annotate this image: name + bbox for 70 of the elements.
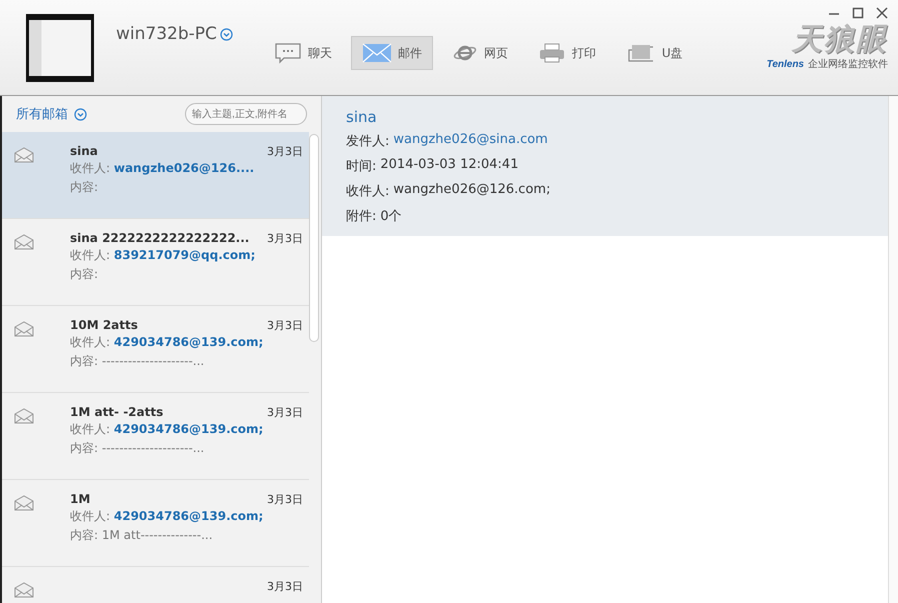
nav-tab[interactable]: 聊天 (262, 36, 343, 70)
mail-list-item[interactable]: sina 收件人: wangzhe026@126.... 内容: 3月3日 (2, 132, 309, 219)
recipient-label: 收件人: (70, 422, 110, 436)
mail-date: 3月3日 (267, 231, 303, 246)
recipient-address: 839217079@qq.com; (114, 248, 256, 262)
mail-subject: sina 2222222222222222... (70, 231, 250, 245)
printer-icon (538, 42, 566, 64)
mail-list-item[interactable]: 1M att- -2atts 收件人: 429034786@139.com; 内容: ---------------------... 3月3日 (2, 393, 309, 480)
field-value: 0个 (380, 208, 402, 226)
nav-tab[interactable]: 打印 (526, 36, 607, 70)
content-preview: ---------------------... (102, 441, 204, 455)
recipient-address: 429034786@139.com; (114, 422, 264, 436)
close-icon[interactable] (876, 7, 888, 19)
envelope-icon (14, 147, 34, 163)
nav-tab[interactable]: U盘 (614, 36, 694, 70)
content-label: 内容: (70, 267, 98, 281)
maximize-icon[interactable] (852, 7, 864, 19)
brand-name: Tenlens (766, 59, 804, 70)
envelope-icon (14, 234, 34, 250)
recipient-address: 429034786@139.com; (114, 509, 264, 523)
mail-list-item[interactable]: 10M 2atts 收件人: 429034786@139.com; 内容: ---------------------... 3月3日 (2, 306, 309, 393)
mail-subject: 10M 2atts (70, 318, 139, 332)
sender-link[interactable]: wangzhe026@sina.com (393, 132, 548, 157)
field-label: 发件人: (346, 133, 390, 151)
field-label: 收件人: (346, 183, 390, 201)
mailbox-filter[interactable]: 所有邮箱 (16, 105, 87, 123)
search-field[interactable]: 输入主题,正文,附件名 (185, 103, 307, 125)
recipient-label: 收件人: (70, 161, 110, 175)
logo-text: 天狼眼 (792, 23, 888, 57)
computer-name: win732b-PC (116, 24, 217, 44)
content-label: 内容: (70, 441, 98, 455)
dropdown-icon[interactable] (220, 28, 233, 40)
mail-list-item[interactable]: 3月3日 (2, 567, 309, 603)
content-label: 内容: (70, 528, 98, 542)
mail-date: 3月3日 (267, 405, 303, 420)
field-value: wangzhe026@126.com; (393, 182, 550, 199)
screen-thumbnail (26, 14, 94, 82)
recipient-label: 收件人: (70, 509, 110, 523)
nav-tab[interactable]: 网页 (440, 36, 519, 70)
mail-subject: sina (346, 108, 378, 126)
mail-subject: sina (70, 144, 99, 158)
recipient-label: 收件人: (70, 248, 110, 262)
tagline: 企业网络监控软件 (808, 58, 888, 71)
mail-date: 3月3日 (267, 492, 303, 507)
envelope-icon (362, 42, 392, 64)
recipient-address: wangzhe026@126.... (114, 161, 254, 175)
mail-date: 3月3日 (267, 144, 303, 159)
recipient-address: 429034786@139.com; (114, 335, 264, 349)
recipient-label: 收件人: (70, 335, 110, 349)
envelope-icon (14, 582, 34, 598)
content-preview: ---------------------... (102, 354, 204, 368)
envelope-icon (14, 408, 34, 424)
mail-subject: 1M (70, 492, 92, 506)
nav-tab[interactable]: 邮件 (350, 36, 433, 70)
mail-date: 3月3日 (267, 318, 303, 333)
field-label: 附件: (346, 208, 376, 226)
dropdown-icon (74, 108, 87, 120)
content-label: 内容: (70, 354, 98, 368)
field-value: 2014-03-03 12:04:41 (380, 157, 518, 174)
field-label: 时间: (346, 158, 376, 176)
envelope-icon (14, 495, 34, 511)
mail-date: 3月3日 (267, 579, 303, 594)
scrollbar[interactable] (888, 96, 898, 603)
speech-bubble-icon (274, 42, 302, 64)
content-preview: 1M att--------------... (102, 528, 213, 542)
mail-list-item[interactable]: 1M 收件人: 429034786@139.com; 内容: 1M att--------------... 3月3日 (2, 480, 309, 567)
mail-subject: 1M att- -2atts (70, 405, 164, 419)
content-label: 内容: (70, 180, 98, 194)
usb-drive-icon (626, 42, 656, 64)
envelope-icon (14, 321, 34, 337)
